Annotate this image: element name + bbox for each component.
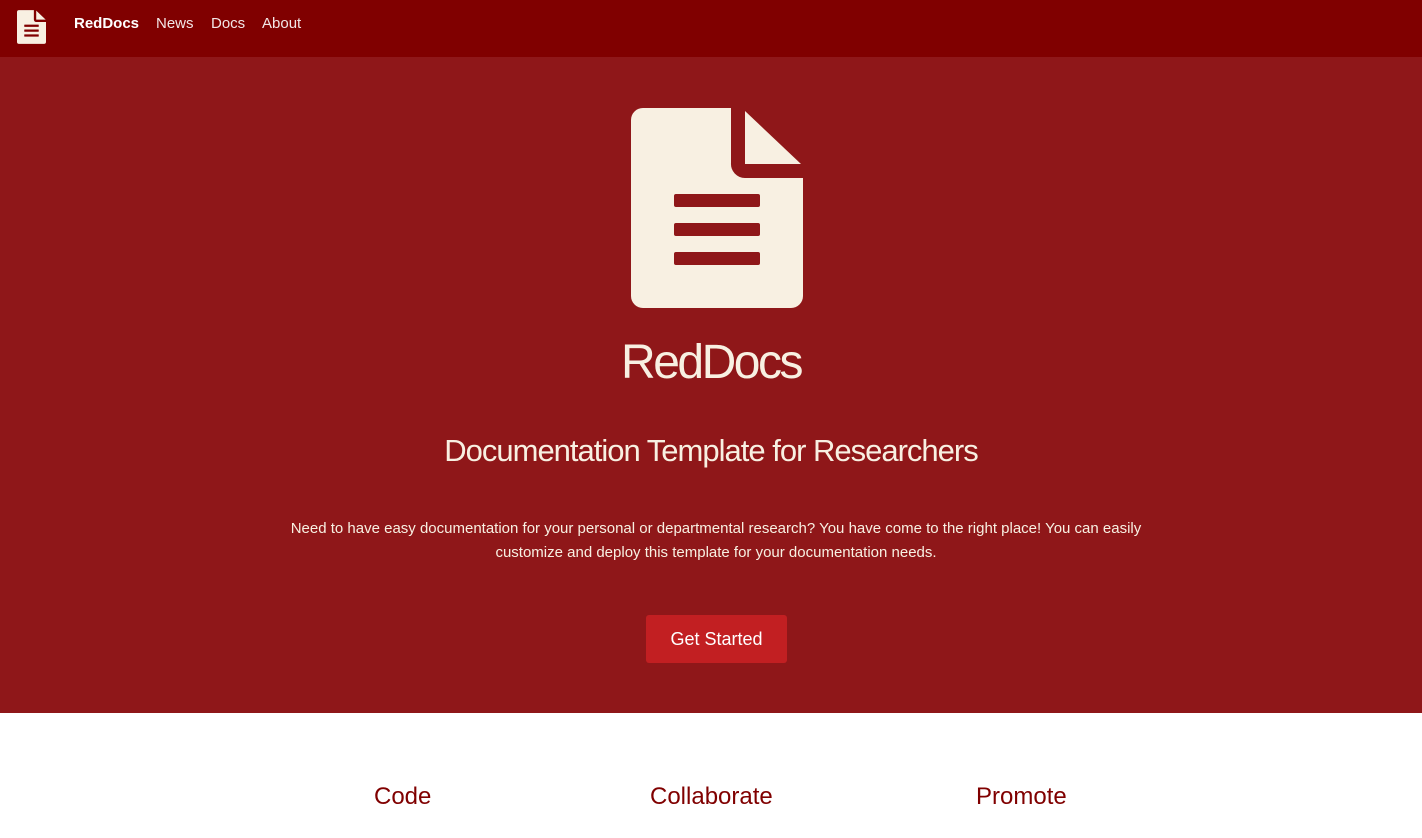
get-started-button[interactable]: Get Started bbox=[646, 615, 787, 663]
nav-link-news[interactable]: News bbox=[156, 14, 194, 34]
nav-brand-link[interactable]: RedDocs bbox=[74, 14, 139, 34]
hero-title: RedDocs bbox=[621, 336, 803, 389]
hero-subtitle: Documentation Template for Researchers bbox=[444, 433, 979, 468]
hero-section: RedDocs Documentation Template for Resea… bbox=[0, 57, 1422, 713]
feature-heading-code: Code bbox=[374, 783, 432, 810]
nav-link-docs[interactable]: Docs bbox=[211, 14, 245, 34]
hero-description: Need to have easy documentation for your… bbox=[290, 520, 1142, 561]
feature-heading-promote: Promote bbox=[976, 783, 1067, 810]
file-document-icon[interactable] bbox=[17, 10, 46, 44]
file-document-icon bbox=[631, 108, 803, 308]
feature-heading-collaborate: Collaborate bbox=[650, 783, 773, 810]
nav-link-about[interactable]: About bbox=[262, 14, 301, 34]
navbar: RedDocs News Docs About bbox=[0, 0, 1422, 57]
